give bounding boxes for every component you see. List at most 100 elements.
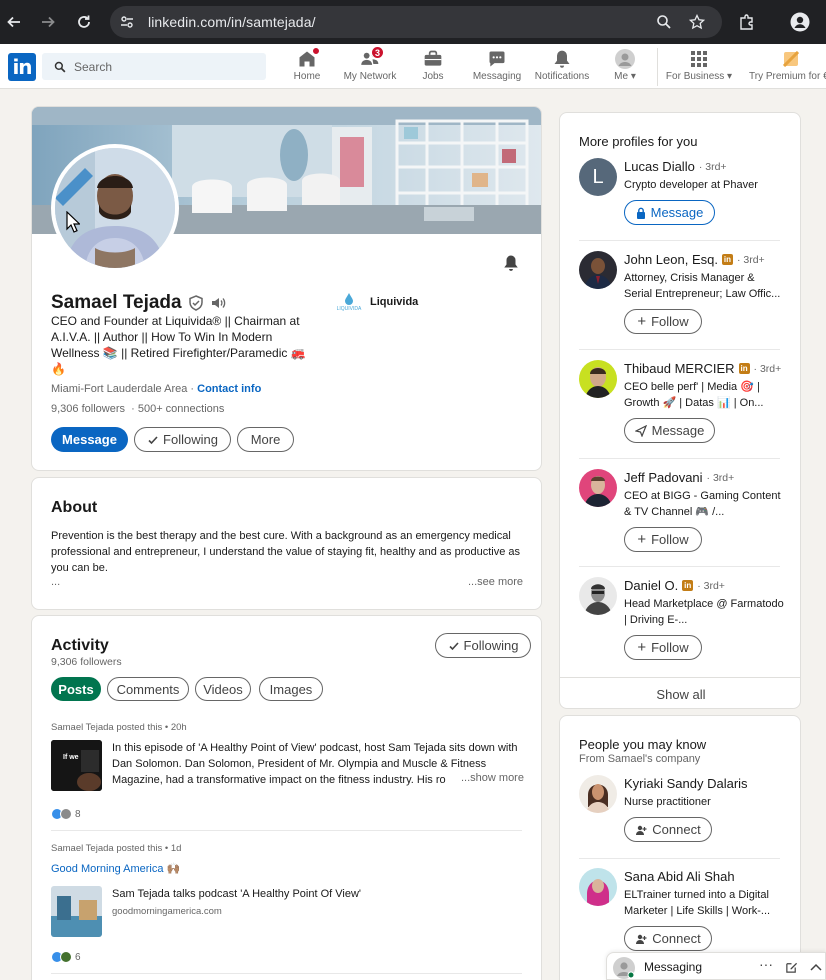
person-follow-button[interactable]: + Follow [624, 309, 702, 334]
person-name[interactable]: John Leon, Esq. [624, 252, 718, 267]
more-button[interactable]: More [237, 427, 294, 452]
activity-title: Activity [51, 637, 109, 654]
person-follow-button[interactable]: + Follow [624, 635, 702, 660]
company-logo: LIQUIVIDA [336, 292, 362, 312]
profile-stats: 9,306 followers · 500+ connections [51, 403, 225, 415]
person-follow-button[interactable]: + Follow [624, 527, 702, 552]
people-you-may-know-card: People you may know From Samael's compan… [559, 715, 801, 980]
nav-try-premium[interactable]: Try Premium for € [749, 48, 826, 88]
chevron-up-icon[interactable] [810, 962, 822, 972]
post-reactions[interactable]: 8 [51, 808, 81, 820]
person-name[interactable]: Lucas Diallo [624, 159, 695, 174]
profile-name: Samael Tejada [51, 292, 182, 313]
person-avatar[interactable]: L [579, 158, 617, 196]
search-input[interactable]: Search [42, 53, 266, 80]
compose-icon[interactable] [785, 961, 798, 974]
plus-icon: + [637, 639, 647, 656]
person-avatar[interactable] [579, 577, 617, 615]
more-profiles-card: More profiles for you L Lucas Diallo · 3r… [559, 112, 801, 709]
pymk-title: People you may know [579, 737, 707, 752]
post-thumbnail[interactable]: If we [51, 740, 102, 791]
linkedin-logo[interactable]: in [8, 53, 36, 81]
person-headline: Nurse practitioner [624, 796, 711, 808]
person-headline: Crypto developer at Phaver [624, 179, 758, 191]
post-show-more-link[interactable]: ...show more [458, 772, 524, 784]
person-avatar[interactable] [579, 360, 617, 398]
following-button[interactable]: Following [134, 427, 231, 452]
post-article-title[interactable]: Sam Tejada talks podcast 'A Healthy Poin… [112, 886, 522, 902]
site-settings-icon[interactable] [116, 11, 138, 33]
home-dot-badge [312, 47, 320, 55]
activity-following-button[interactable]: Following [435, 633, 531, 658]
network-icon: 3 [358, 46, 384, 70]
post-thumbnail[interactable] [51, 886, 102, 937]
reaction-count: 6 [75, 951, 81, 963]
speaker-icon[interactable] [210, 295, 226, 311]
person-avatar[interactable] [579, 251, 617, 289]
pymk-subtitle: From Samael's company [579, 753, 701, 765]
forward-icon[interactable] [36, 10, 60, 34]
person-message-button[interactable]: Message [624, 418, 715, 443]
messaging-label: Messaging [644, 960, 703, 974]
back-icon[interactable] [2, 10, 26, 34]
connections-count[interactable]: 500+ connections [138, 403, 225, 415]
extensions-icon[interactable] [735, 10, 759, 34]
profile-card: Samael Tejada CEO and Founder at Liquivi… [31, 106, 542, 471]
tab-images[interactable]: Images [259, 677, 323, 701]
celebrate-reaction-icon [60, 951, 72, 963]
person-avatar[interactable] [579, 775, 617, 813]
post-reactions[interactable]: 6 [51, 951, 81, 963]
location-row: Miami-Fort Lauderdale Area · Contact inf… [51, 383, 262, 395]
zoom-icon[interactable] [652, 10, 676, 34]
person-degree: · 3rd+ [753, 362, 782, 375]
person-name[interactable]: Daniel O. [624, 578, 678, 593]
show-all-button[interactable]: Show all [560, 678, 800, 708]
nav-my-network[interactable]: 3 My Network [343, 46, 397, 88]
messaging-overlay-bar[interactable]: Messaging ··· [606, 952, 826, 980]
connect-button[interactable]: Connect [624, 926, 712, 951]
grid-icon [687, 48, 711, 70]
person-avatar[interactable] [579, 469, 617, 507]
more-options-icon[interactable]: ··· [759, 956, 773, 972]
more-profiles-title: More profiles for you [579, 134, 698, 149]
add-person-icon [636, 825, 647, 835]
person-name[interactable]: Kyriaki Sandy Dalaris [624, 776, 748, 791]
contact-info-link[interactable]: Contact info [197, 383, 261, 395]
message-button[interactable]: Message [51, 427, 128, 452]
person-name[interactable]: Thibaud MERCIER [624, 361, 735, 376]
profile-icon[interactable] [788, 10, 812, 34]
nav-notifications[interactable]: Notifications [535, 48, 589, 88]
bookmark-star-icon[interactable] [685, 10, 709, 34]
notify-bell-icon[interactable] [502, 254, 522, 274]
tab-comments[interactable]: Comments [107, 677, 189, 701]
company-name: Liquivida [370, 296, 419, 308]
profile-photo[interactable] [51, 144, 179, 272]
connect-button[interactable]: Connect [624, 817, 712, 842]
person-degree: · 3rd+ [697, 579, 725, 592]
divider [579, 349, 780, 350]
nav-for-business[interactable]: For Business ▾ [666, 48, 732, 88]
nav-divider [657, 48, 658, 86]
nav-label: Home [293, 71, 321, 82]
person-degree: · 3rd+ [736, 253, 765, 266]
tab-posts[interactable]: Posts [51, 677, 101, 701]
nav-messaging[interactable]: Messaging [473, 48, 521, 88]
person-headline: CEO at BIGG - Gaming Content & TV Channe… [624, 490, 781, 518]
nav-label: Me [614, 71, 629, 82]
about-see-more-link[interactable]: ...see more [468, 576, 523, 588]
person-message-button[interactable]: Message [624, 200, 715, 225]
address-bar[interactable]: linkedin.com/in/samtejada/ [110, 6, 722, 38]
nav-home[interactable]: Home [292, 47, 322, 88]
reload-icon[interactable] [72, 10, 96, 34]
post-link-text[interactable]: Good Morning America 🙌🏽 [51, 861, 180, 877]
person-avatar[interactable] [579, 868, 617, 906]
person-name[interactable]: Sana Abid Ali Shah [624, 869, 735, 884]
person-degree: · 3rd+ [698, 160, 727, 173]
nav-jobs[interactable]: Jobs [421, 48, 445, 88]
nav-me[interactable]: Me ▾ [612, 48, 638, 88]
person-name[interactable]: Jeff Padovani [624, 470, 703, 485]
followers-count[interactable]: 9,306 followers [51, 403, 125, 415]
tab-videos[interactable]: Videos [195, 677, 251, 701]
messaging-avatar [613, 957, 635, 979]
current-company[interactable]: LIQUIVIDA Liquivida [336, 292, 418, 312]
